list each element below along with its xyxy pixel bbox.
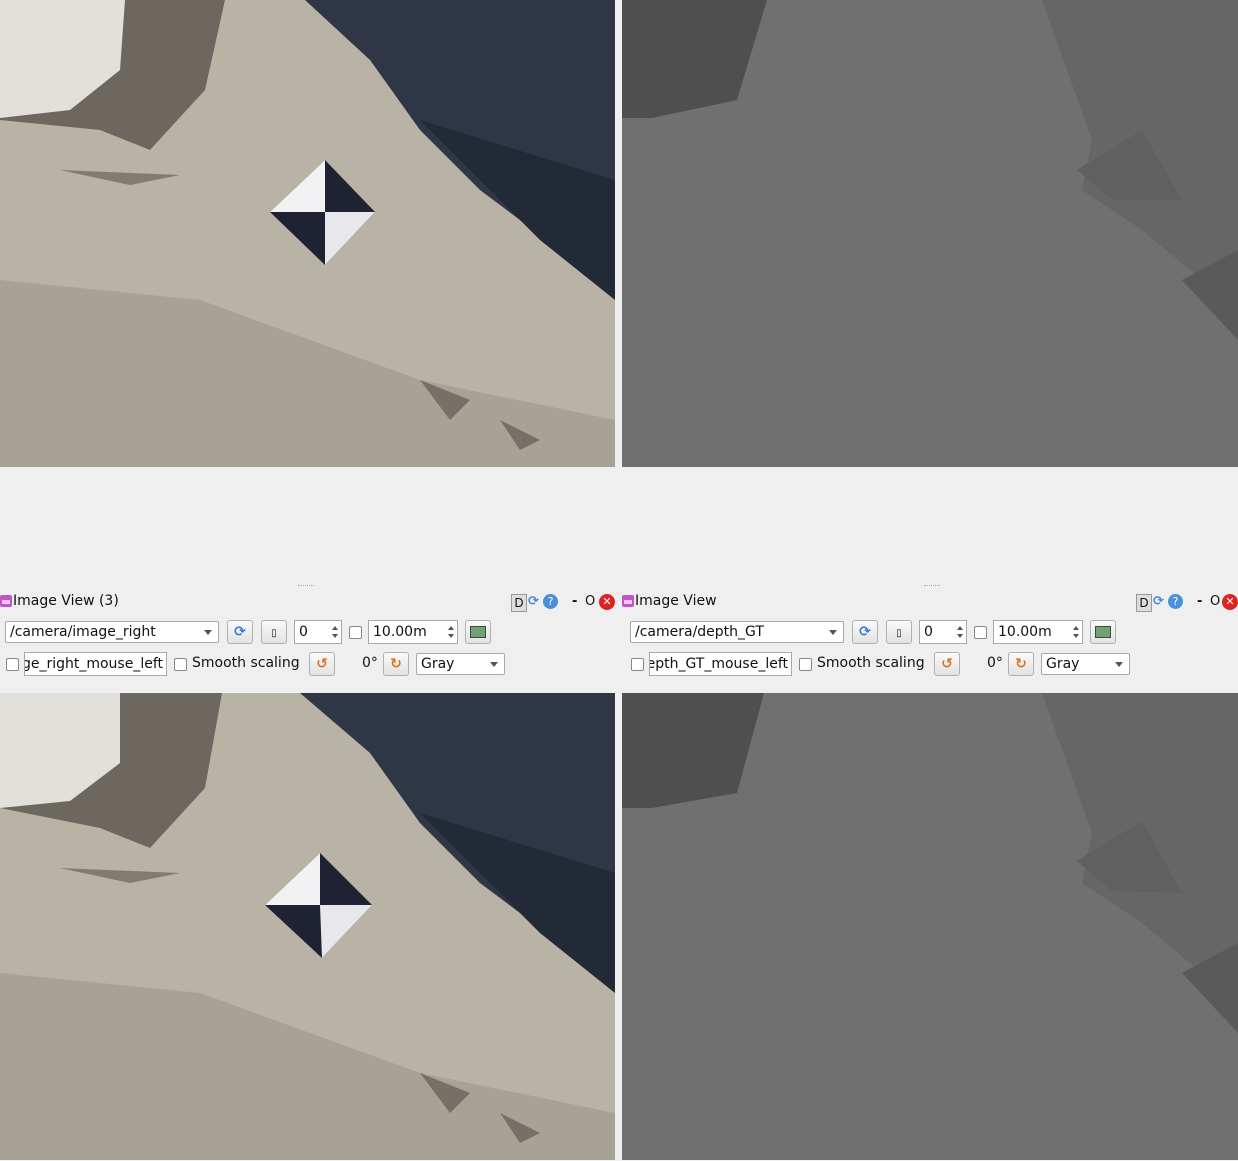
refresh-topics-button[interactable]: ⟳ [852,620,878,644]
depth-image-top [622,0,1238,467]
title-bar: Image View (3) D ⟳ ? - O ✕ [0,592,615,614]
title-bar: Image View D ⟳ ? - O ✕ [622,592,1238,614]
minimize-button[interactable]: - [572,594,577,610]
zoom-spinbox[interactable]: 0 [294,620,342,644]
minimize-button[interactable]: - [1197,594,1202,610]
max-range-spinbox[interactable]: 10.00m [368,620,458,644]
window-icon [0,595,12,607]
rotate-right-button[interactable]: ↻ [383,652,409,676]
spin-value: 0 [924,624,933,640]
colormap-value: Gray [421,656,455,672]
chevron-down-icon [204,630,212,635]
zoom-icon: ▯ [896,628,902,639]
chevron-down-icon [829,630,837,635]
save-icon [470,626,486,638]
rotate-left-icon: ↺ [941,656,953,672]
close-icon[interactable]: ✕ [1222,594,1238,610]
float-button[interactable]: O [1210,594,1220,610]
rotate-right-icon: ↻ [390,656,402,672]
save-image-button[interactable] [465,620,491,644]
close-icon[interactable]: ✕ [599,594,615,610]
depth-image-view[interactable] [622,693,1238,1160]
refresh-topics-button[interactable]: ⟳ [227,620,253,644]
chevron-down-icon [490,662,498,667]
save-icon [1095,626,1111,638]
rotate-left-button[interactable]: ↺ [934,652,960,676]
colormap-combo[interactable]: Gray [1041,653,1130,675]
mouse-topic-field[interactable]: ge_right_mouse_left [24,652,167,676]
rotation-value: 0° [987,655,1003,671]
refresh-icon: ⟳ [859,624,871,640]
mouse-publish-checkbox[interactable] [631,658,644,671]
window-title: Image View [635,593,717,609]
topic-value: /camera/depth_GT [635,624,764,640]
rgb-image-view[interactable] [0,693,615,1160]
window-title: Image View (3) [13,593,119,609]
colormap-combo[interactable]: Gray [416,653,505,675]
zoom-1-button[interactable]: ▯ [886,620,912,644]
smooth-scaling-checkbox[interactable] [174,658,187,671]
float-button[interactable]: O [585,594,595,610]
rotation-value: 0° [362,655,378,671]
dynamic-range-checkbox[interactable] [974,626,987,639]
zoom-icon: ▯ [271,628,277,639]
mouse-publish-checkbox[interactable] [6,658,19,671]
refresh-icon: ⟳ [234,624,246,640]
max-range-value: 10.00m [373,624,427,640]
smooth-scaling-checkbox[interactable] [799,658,812,671]
smooth-scaling-label: Smooth scaling [817,655,925,671]
mouse-topic-field[interactable]: epth_GT_mouse_left [649,652,792,676]
image-view-right: Image View D ⟳ ? - O ✕ /camera/depth_GT … [622,592,1238,1161]
smooth-scaling-label: Smooth scaling [192,655,300,671]
dock-d-button[interactable]: D [511,594,527,612]
window-icon [622,595,634,607]
mouse-topic-value: epth_GT_mouse_left [649,656,788,672]
image-view-left: Image View (3) D ⟳ ? - O ✕ /camera/image… [0,592,615,1161]
max-range-spinbox[interactable]: 10.00m [993,620,1083,644]
chevron-down-icon [1115,662,1123,667]
zoom-1-button[interactable]: ▯ [261,620,287,644]
max-range-value: 10.00m [998,624,1052,640]
rgb-image-top [0,0,615,467]
topic-value: /camera/image_right [10,624,156,640]
save-image-button[interactable] [1090,620,1116,644]
reload-icon[interactable]: ⟳ [1153,594,1167,610]
mouse-topic-value: ge_right_mouse_left [24,656,163,672]
rotate-left-icon: ↺ [316,656,328,672]
rotate-right-button[interactable]: ↻ [1008,652,1034,676]
reload-icon[interactable]: ⟳ [528,594,542,610]
rotate-left-button[interactable]: ↺ [309,652,335,676]
zoom-spinbox[interactable]: 0 [919,620,967,644]
topic-combo[interactable]: /camera/depth_GT [630,621,844,643]
help-icon[interactable]: ? [1168,594,1183,609]
dock-d-button[interactable]: D [1136,594,1152,612]
help-icon[interactable]: ? [543,594,558,609]
colormap-value: Gray [1046,656,1080,672]
dynamic-range-checkbox[interactable] [349,626,362,639]
topic-combo[interactable]: /camera/image_right [5,621,219,643]
rotate-right-icon: ↻ [1015,656,1027,672]
spin-value: 0 [299,624,308,640]
